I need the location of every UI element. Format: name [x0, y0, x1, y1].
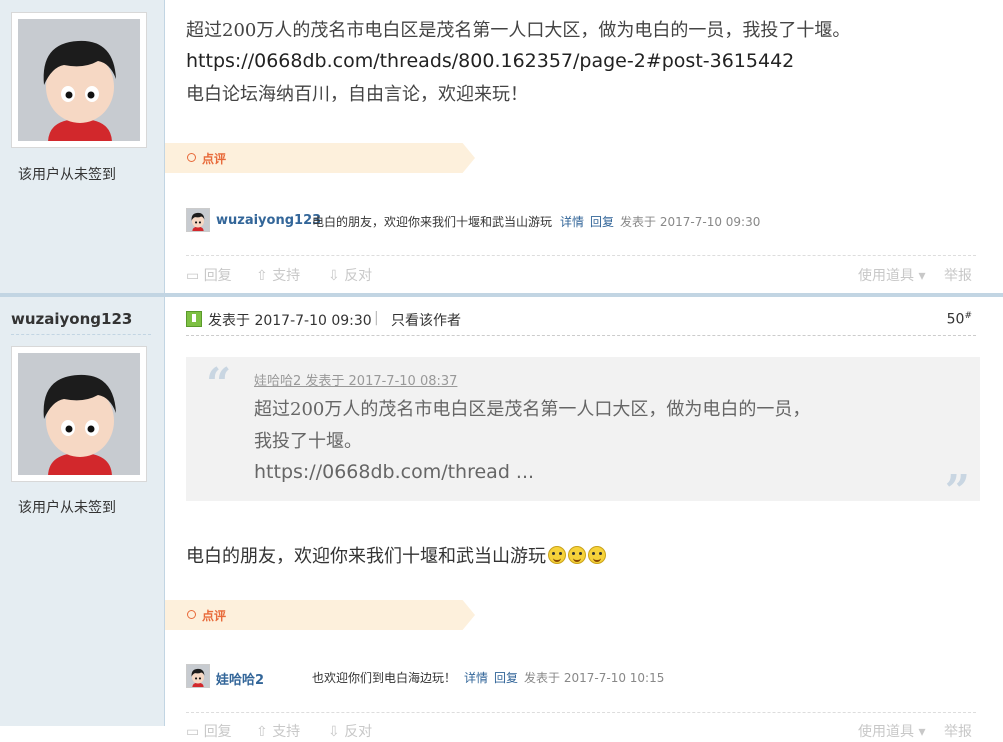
- support-action[interactable]: ⇧ 支持: [256, 721, 300, 741]
- tools-menu[interactable]: 使用道具 ▾: [858, 265, 925, 285]
- quote-source-link[interactable]: 娃哈哈2 发表于 2017-7-10 08:37: [254, 370, 457, 389]
- support-icon: ⇧: [256, 724, 268, 740]
- avatar-cartoon-icon: [18, 19, 140, 141]
- oppose-action[interactable]: ⇩ 反对: [328, 721, 372, 741]
- support-icon: ⇧: [256, 268, 268, 284]
- only-author-link[interactable]: 只看该作者: [391, 310, 461, 330]
- rate-bar: 点评: [165, 600, 475, 630]
- rate-label: 点评: [202, 152, 227, 166]
- comment-avatar[interactable]: [186, 208, 210, 232]
- comment-detail-link[interactable]: 详情: [560, 215, 584, 229]
- oppose-icon: ⇩: [328, 268, 340, 284]
- post-url[interactable]: https://0668db.com/threads/800.162357/pa…: [186, 50, 794, 72]
- rate-label: 点评: [202, 609, 227, 623]
- comment-row: wuzaiyong123 电白的朋友，欢迎你来我们十堰和武当山游玩 详情 回复 发表于…: [186, 208, 976, 234]
- comment-text: 也欢迎你们到电白海边玩！: [312, 671, 457, 685]
- author-sidebar: 该用户从未签到 wuzaiyong123 该用户从未签到: [0, 0, 165, 726]
- report-link[interactable]: 举报: [944, 721, 972, 741]
- comment-body: 电白的朋友，欢迎你来我们十堰和武当山游玩 详情 回复 发表于 2017-7-10 09…: [312, 213, 760, 230]
- comment-username[interactable]: 娃哈哈2: [216, 669, 264, 688]
- smiley-icon: [548, 546, 566, 564]
- post-text-line: 超过200万人的茂名市电白区是茂名第一人口大区，做为电白的一员，我投了十堰。: [186, 20, 851, 41]
- reply-action[interactable]: ▭ 回复: [186, 721, 232, 741]
- comment-username[interactable]: wuzaiyong123: [216, 213, 321, 228]
- support-action[interactable]: ⇧ 支持: [256, 265, 300, 285]
- report-link[interactable]: 举报: [944, 265, 972, 285]
- post-text-line: 电白论坛海纳百川，自由言论，欢迎来玩！: [186, 84, 528, 105]
- rate-icon: [187, 153, 196, 162]
- comment-time: 发表于 2017-7-10 10:15: [524, 671, 665, 685]
- avatar-cartoon-icon: [187, 209, 209, 231]
- divider: [11, 334, 151, 335]
- comment-row: 娃哈哈2 也欢迎你们到电白海边玩！ 详情 回复 发表于 2017-7-10 10:15: [186, 664, 976, 690]
- post-header: 发表于 2017-7-10 09:30 | 只看该作者 50#: [186, 309, 976, 336]
- oppose-action[interactable]: ⇩ 反对: [328, 265, 372, 285]
- comment-reply-link[interactable]: 回复: [494, 671, 518, 685]
- oppose-icon: ⇩: [328, 724, 340, 740]
- quote-line: 我投了十堰。: [254, 431, 362, 452]
- smiley-icon: [588, 546, 606, 564]
- rate-bar: 点评: [165, 143, 475, 173]
- divider: [186, 712, 976, 713]
- quote-line: https://0668db.com/thread ...: [254, 461, 535, 483]
- comment-detail-link[interactable]: 详情: [464, 671, 488, 685]
- post-separator: [0, 293, 1003, 297]
- author-username[interactable]: wuzaiyong123: [11, 310, 132, 328]
- quote-open-icon: “: [206, 359, 232, 410]
- reply-icon: ▭: [186, 724, 200, 740]
- quote-line: 超过200万人的茂名市电白区是茂名第一人口大区，做为电白的一员，: [254, 399, 811, 420]
- comment-text: 电白的朋友，欢迎你来我们十堰和武当山游玩: [312, 215, 553, 229]
- post-icon: [186, 311, 202, 327]
- chevron-down-icon: ▾: [918, 724, 926, 740]
- divider: [186, 255, 976, 256]
- smiley-icon: [568, 546, 586, 564]
- post-actions: ▭ 回复 ⇧ 支持 ⇩ 反对 使用道具 ▾ 举报: [186, 262, 976, 286]
- reply-icon: ▭: [186, 268, 200, 284]
- reply-action[interactable]: ▭ 回复: [186, 265, 232, 285]
- avatar-cartoon-icon: [187, 665, 209, 687]
- post-text-line: 电白的朋友，欢迎你来我们十堰和武当山游玩: [186, 542, 606, 568]
- quote-block: “ 娃哈哈2 发表于 2017-7-10 08:37 超过200万人的茂名市电白…: [186, 357, 980, 517]
- post-time: 发表于 2017-7-10 09:30: [208, 313, 372, 329]
- sign-status: 该用户从未签到: [18, 500, 116, 516]
- header-separator: |: [374, 310, 379, 326]
- comment-avatar[interactable]: [186, 664, 210, 688]
- quote-close-icon: ”: [944, 466, 970, 517]
- chevron-down-icon: ▾: [918, 268, 926, 284]
- tools-menu[interactable]: 使用道具 ▾: [858, 721, 925, 741]
- avatar[interactable]: [11, 12, 147, 148]
- rate-icon: [187, 610, 196, 619]
- comment-body: 也欢迎你们到电白海边玩！ 详情 回复 发表于 2017-7-10 10:15: [312, 669, 664, 686]
- avatar-cartoon-icon: [18, 353, 140, 475]
- sign-status: 该用户从未签到: [18, 167, 116, 183]
- post-actions: ▭ 回复 ⇧ 支持 ⇩ 反对 使用道具 ▾ 举报: [186, 718, 976, 742]
- floor-number[interactable]: 50#: [947, 311, 972, 328]
- comment-reply-link[interactable]: 回复: [590, 215, 614, 229]
- avatar[interactable]: [11, 346, 147, 482]
- comment-time: 发表于 2017-7-10 09:30: [620, 215, 761, 229]
